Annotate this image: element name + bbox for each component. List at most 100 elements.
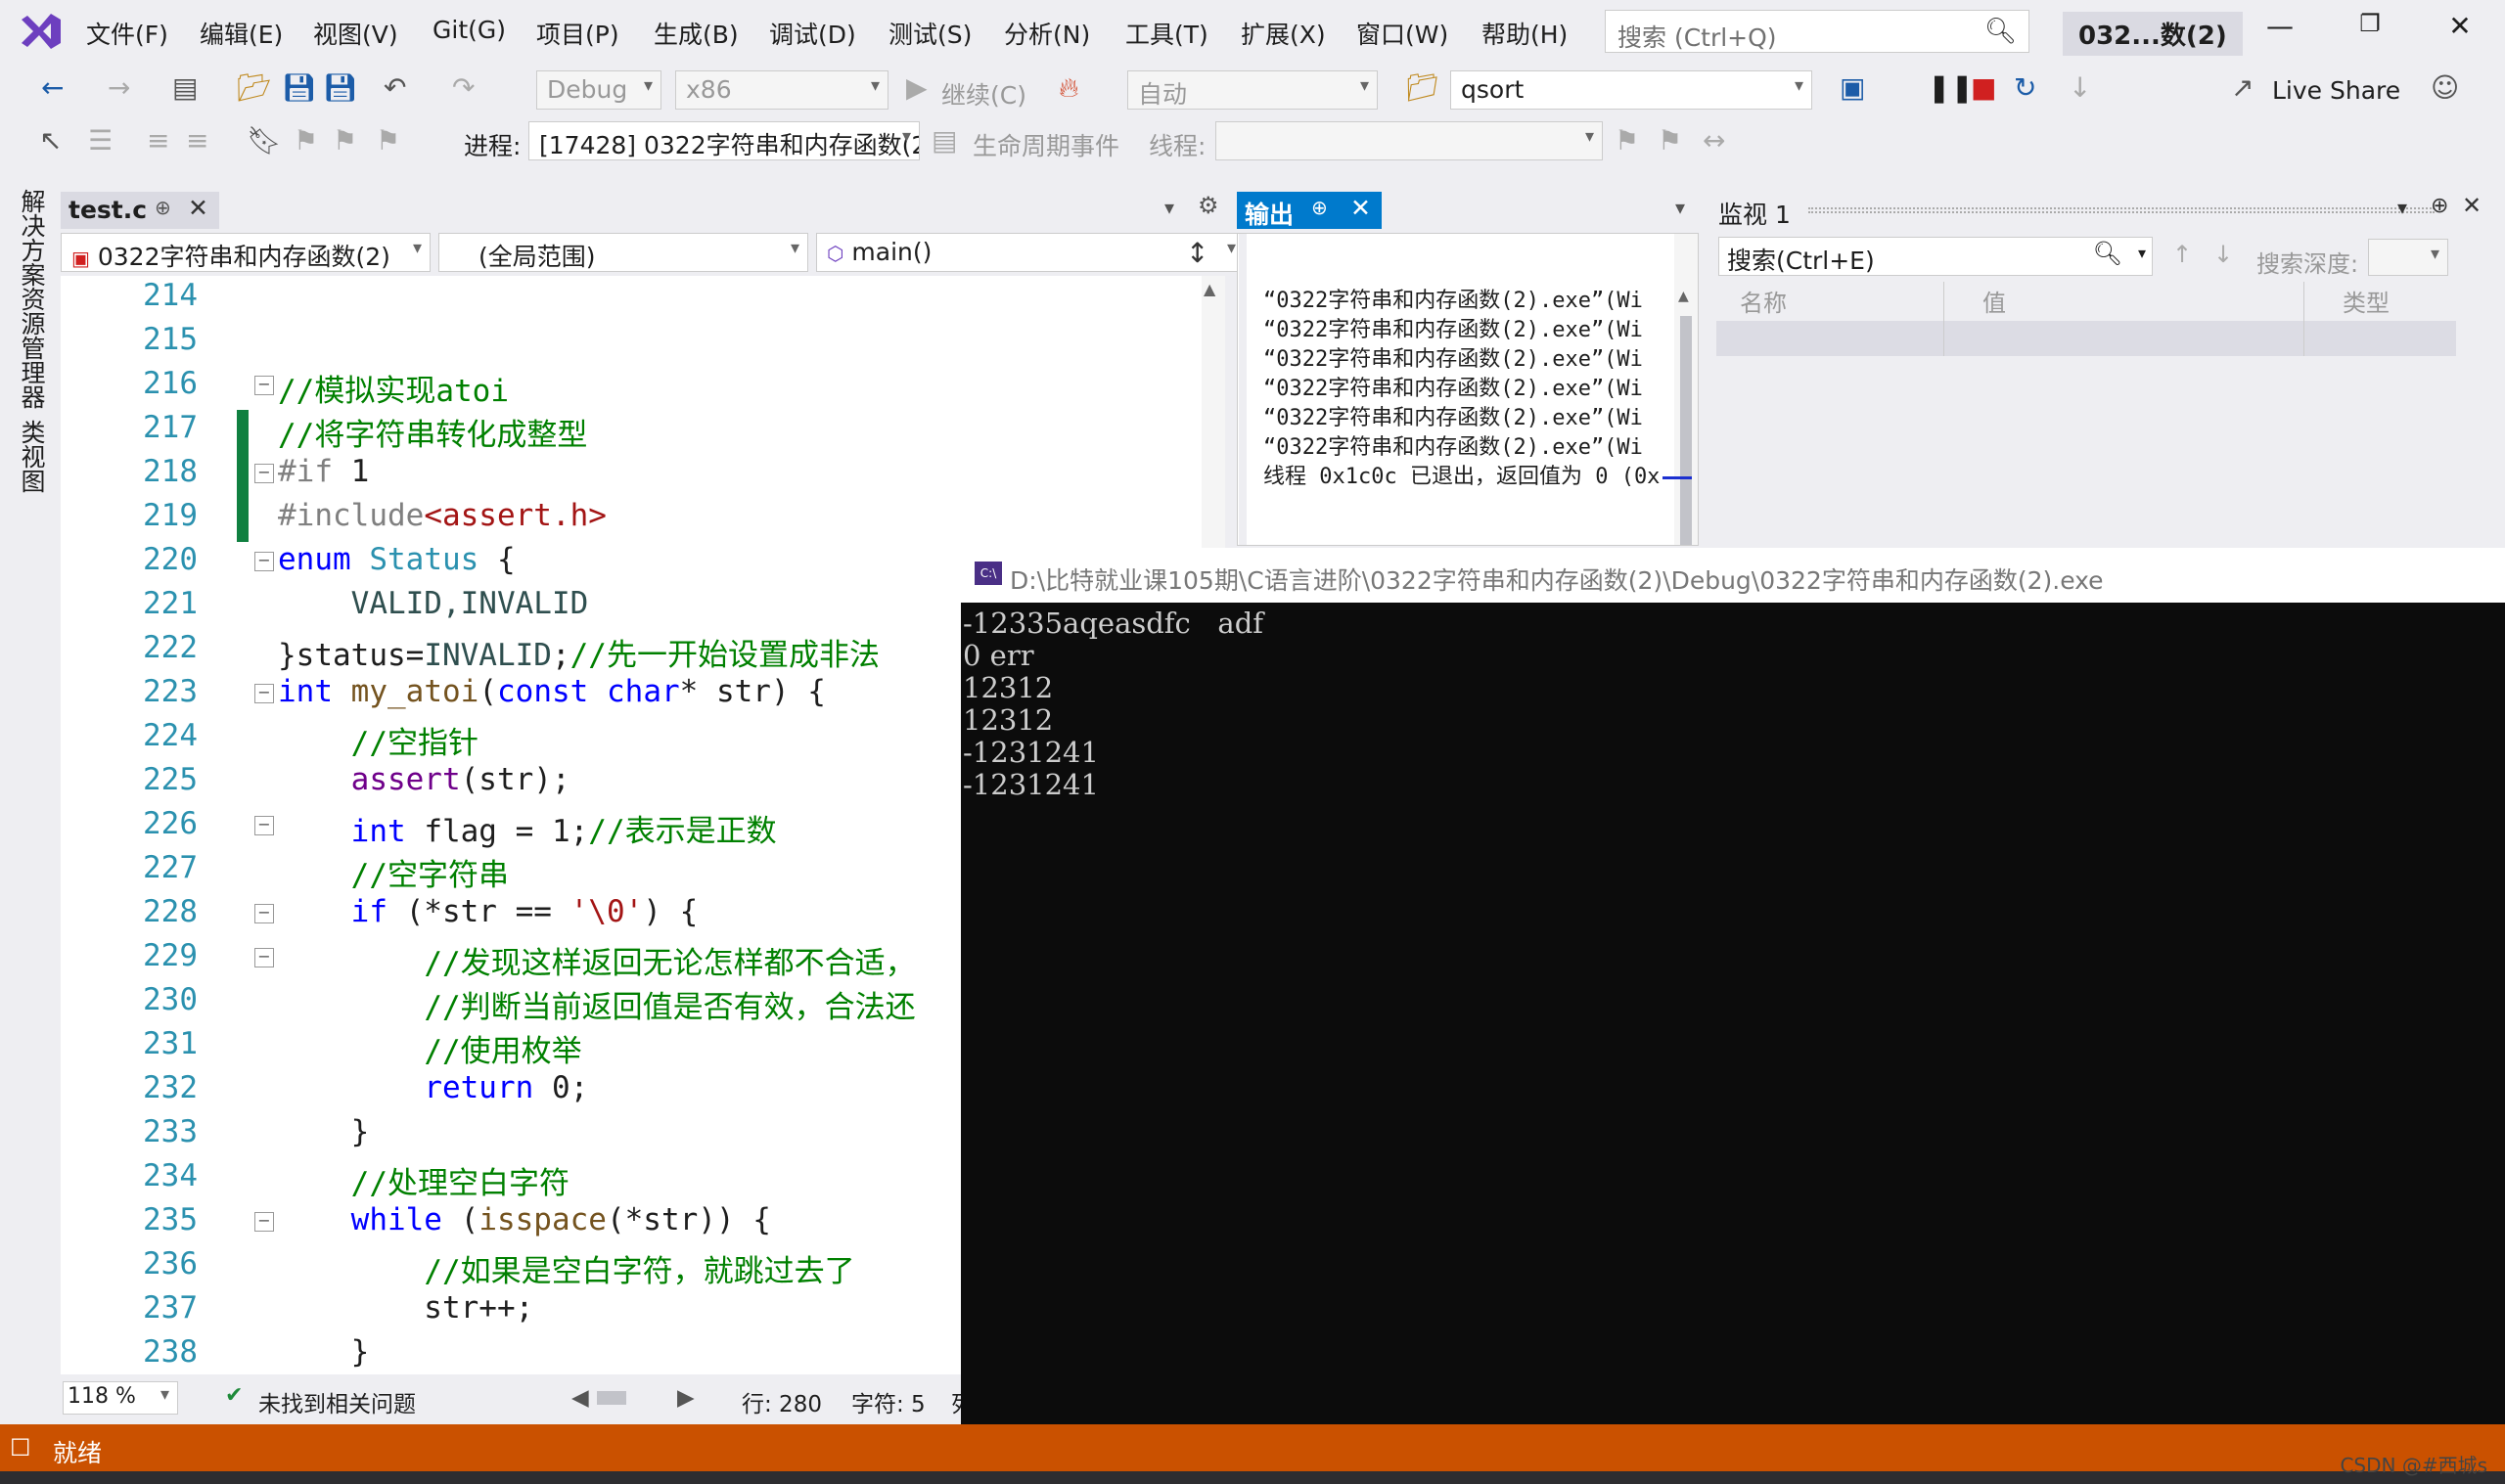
next-bookmark-icon[interactable]: ⚑ (333, 121, 357, 160)
panel-menu-chevron-icon[interactable]: ▾ (1675, 196, 1685, 219)
configuration-select[interactable]: Debug ▾ (536, 70, 661, 110)
lifecycle-icon[interactable]: ▤ (932, 121, 957, 160)
watch-search-input[interactable]: 搜索(Ctrl+E) 🔍︎ ▾ (1718, 237, 2153, 276)
thread-select[interactable]: ▾ (1215, 121, 1603, 160)
menu-project[interactable]: 项目(P) (536, 16, 619, 51)
menu-extensions[interactable]: 扩展(X) (1241, 16, 1326, 51)
menu-git[interactable]: Git(G) (433, 16, 506, 44)
fold-icon[interactable]: − (254, 816, 274, 835)
console-title-bar[interactable]: C:\ D:\比特就业课105期\C语言进阶\0322字符串和内存函数(2)\D… (961, 548, 2505, 603)
menu-window[interactable]: 窗口(W) (1356, 16, 1448, 51)
console-window[interactable]: C:\ D:\比特就业课105期\C语言进阶\0322字符串和内存函数(2)\D… (961, 548, 2505, 1467)
forward-icon[interactable]: → (108, 68, 130, 108)
stack-frame-icon[interactable]: ↔ (1703, 121, 1725, 160)
search-up-icon[interactable]: ↑ (2172, 241, 2192, 268)
output-tab[interactable]: 输出 ⊕ ✕ (1237, 192, 1382, 229)
close-tab-icon[interactable]: ✕ (188, 194, 208, 222)
format-icon[interactable]: ☰ (88, 121, 113, 160)
scroll-left-icon[interactable]: ◀ (571, 1385, 589, 1411)
char-indicator[interactable]: 字符: 5 (851, 1385, 926, 1418)
function-nav-select[interactable]: ⬡ main() ▾ (816, 233, 1245, 272)
project-nav-select[interactable]: ▣ 0322字符串和内存函数(2) ▾ (61, 233, 431, 272)
live-share-icon[interactable]: ↗ (2231, 68, 2254, 108)
platform-select[interactable]: x86 ▾ (675, 70, 888, 110)
fold-icon[interactable]: − (254, 1212, 274, 1232)
uncomment-icon[interactable]: ≡ (186, 121, 208, 160)
fold-icon[interactable]: − (254, 464, 274, 483)
search-input[interactable]: 搜索 (Ctrl+Q) 🔍︎ (1605, 10, 2029, 53)
hot-reload-icon[interactable]: 🔥︎ (1059, 68, 1079, 108)
menu-build[interactable]: 生成(B) (654, 16, 739, 51)
pause-icon[interactable]: ❚❚ (1928, 68, 1974, 108)
zoom-select[interactable]: 118 % ▾ (63, 1381, 178, 1415)
scroll-right-icon[interactable]: ▶ (677, 1385, 695, 1411)
fold-icon[interactable]: − (254, 552, 274, 571)
back-icon[interactable]: ← (41, 68, 64, 108)
select-pointer-icon[interactable]: ↖ (39, 121, 62, 160)
save-all-icon[interactable]: 💾︎ (323, 68, 358, 108)
open-folder-icon[interactable]: 📂︎ (237, 68, 272, 108)
editor-tab-test-c[interactable]: test.c ⊕ ✕ (61, 192, 219, 229)
class-view-tab[interactable]: 类视图 (14, 420, 49, 493)
output-scroll-thumb[interactable] (1680, 316, 1692, 545)
minimize-icon[interactable]: — (2251, 10, 2309, 53)
find-combo[interactable]: qsort ▾ (1450, 70, 1812, 110)
lifecycle-events-button[interactable]: 生命周期事件 (973, 127, 1119, 162)
close-tab-icon[interactable]: ✕ (1350, 194, 1371, 222)
account-icon[interactable]: ☺ (2431, 68, 2459, 108)
visual-studio-logo-icon[interactable] (18, 10, 65, 53)
panel-menu-chevron-icon[interactable]: ▾ (2397, 196, 2407, 219)
continue-button[interactable]: 继续(C) (941, 76, 1026, 112)
tab-list-chevron-icon[interactable]: ▾ (1164, 196, 1174, 219)
clear-bookmarks-icon[interactable]: ⚑ (376, 121, 400, 160)
fold-icon[interactable]: − (254, 684, 274, 703)
fold-icon[interactable]: − (254, 376, 274, 395)
pin-icon[interactable]: ⊕ (155, 196, 171, 219)
play-icon[interactable]: ▶ (906, 68, 928, 108)
new-project-icon[interactable]: ▤ (172, 68, 198, 108)
watch-drag-grip[interactable] (1808, 207, 2435, 213)
watch-col-type[interactable]: 类型 (2343, 284, 2390, 318)
save-icon[interactable]: 💾︎ (282, 68, 317, 108)
menu-view[interactable]: 视图(V) (313, 16, 398, 51)
close-panel-icon[interactable]: ✕ (2462, 192, 2482, 219)
gear-icon[interactable]: ⚙ (1198, 192, 1219, 219)
menu-help[interactable]: 帮助(H) (1481, 16, 1568, 51)
watch-empty-row[interactable] (1716, 321, 2456, 356)
scroll-up-icon[interactable]: ▲ (1204, 280, 1215, 298)
process-select[interactable]: [17428] 0322字符串和内存函数(2 ▾ (528, 121, 920, 160)
redo-icon[interactable]: ↷ (452, 68, 475, 108)
search-depth-select[interactable]: ▾ (2368, 239, 2448, 276)
restart-icon[interactable]: ↻ (2014, 68, 2036, 108)
solution-explorer-tab[interactable]: 解决方案资源管理器 (14, 189, 49, 409)
pin-icon[interactable]: ⊕ (1311, 196, 1328, 219)
menu-edit[interactable]: 编辑(E) (200, 16, 283, 51)
split-icon[interactable]: ↕ (1186, 237, 1208, 269)
auto-select[interactable]: 自动 ▾ (1127, 70, 1378, 110)
find-in-files-icon[interactable]: 📁︎ (1405, 68, 1440, 108)
output-window-icon[interactable]: ☐ (10, 1434, 31, 1462)
prev-bookmark-icon[interactable]: ⚑ (294, 121, 318, 160)
watch-col-name[interactable]: 名称 (1740, 284, 1787, 318)
scope-nav-select[interactable]: (全局范围) ▾ (438, 233, 808, 272)
menu-test[interactable]: 测试(S) (888, 16, 972, 51)
menu-debug[interactable]: 调试(D) (769, 16, 856, 51)
output-scrollbar[interactable]: ▲ (1674, 234, 1698, 545)
pin-icon[interactable]: ⊕ (2431, 194, 2448, 218)
menu-tools[interactable]: 工具(T) (1125, 16, 1208, 51)
flag-all-icon[interactable]: ⚑ (1658, 121, 1682, 160)
diagnostic-tools-icon[interactable]: ▣ (1840, 68, 1865, 108)
step-into-icon[interactable]: ↓ (2069, 68, 2091, 108)
scroll-up-icon[interactable]: ▲ (1678, 289, 1689, 304)
fold-icon[interactable]: − (254, 904, 274, 923)
stop-icon[interactable]: ■ (1971, 68, 1996, 108)
menu-analyze[interactable]: 分析(N) (1004, 16, 1090, 51)
fold-icon[interactable]: − (254, 948, 274, 967)
line-indicator[interactable]: 行: 280 (742, 1385, 822, 1418)
output-panel[interactable]: “0322字符串和内存函数(2).exe”(Wi “0322字符串和内存函数(2… (1237, 233, 1699, 546)
menu-file[interactable]: 文件(F) (86, 16, 168, 51)
search-down-icon[interactable]: ↓ (2213, 241, 2233, 268)
restore-icon[interactable]: ❐ (2341, 10, 2399, 53)
comment-icon[interactable]: ≡ (147, 121, 169, 160)
close-window-icon[interactable]: ✕ (2431, 10, 2489, 53)
